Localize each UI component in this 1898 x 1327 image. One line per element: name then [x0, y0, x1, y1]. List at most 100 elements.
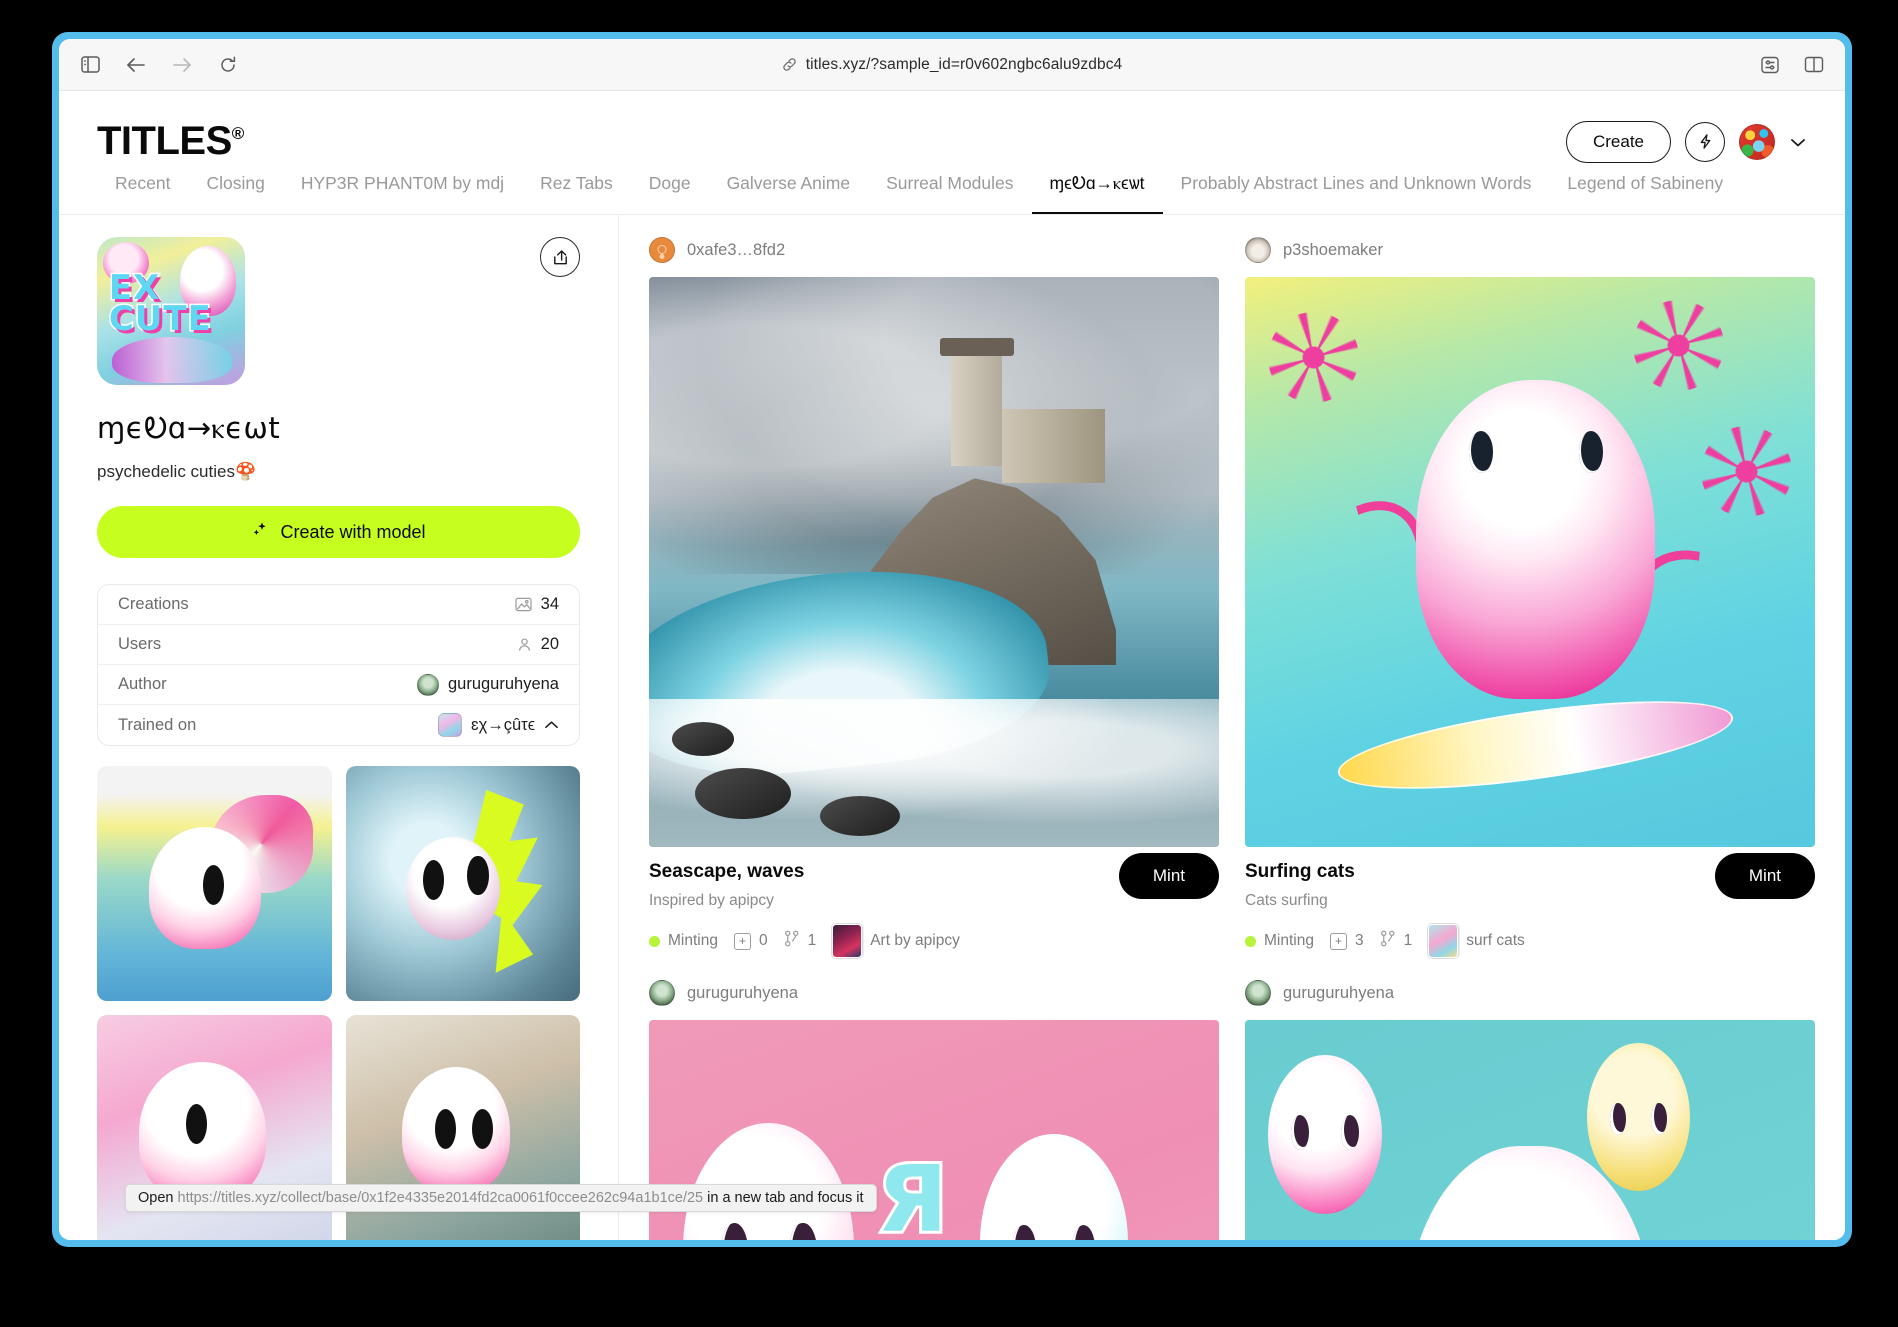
fork-icon — [784, 930, 800, 952]
reference-label: Art by apipcy — [870, 932, 960, 950]
share-icon[interactable] — [540, 237, 580, 278]
remix-count: + 3 — [1329, 932, 1364, 950]
statusbar-suffix: in a new tab and focus it — [703, 1190, 864, 1206]
avatar[interactable] — [1739, 123, 1775, 160]
tab-doge[interactable]: Doge — [631, 172, 709, 214]
person-icon — [517, 637, 532, 652]
fork-icon — [1380, 930, 1396, 952]
stat-row-author[interactable]: Author guruguruhyena — [98, 665, 579, 706]
desktop-background: titles.xyz/?sample_id=r0v602ngbc6alu9zdb… — [0, 0, 1898, 1327]
create-with-model-label: Create with model — [280, 521, 426, 542]
decor-shape — [1650, 1102, 1668, 1136]
stat-label: Trained on — [118, 715, 197, 734]
stat-row-trained-on[interactable]: Trained on ɛχ→çûτϵ — [98, 705, 579, 745]
decor-shape — [939, 337, 1015, 466]
decor-shape — [1333, 683, 1739, 807]
split-view-icon[interactable] — [1801, 52, 1827, 78]
model-sidebar: EX CUTE ɱϵᎧɑ→ⲕϵѡt psychedelic cuties🍄 Cr… — [59, 215, 619, 1240]
surfing-cats-image[interactable] — [1245, 277, 1815, 848]
extensions-icon[interactable] — [1757, 52, 1783, 78]
training-image-thumb[interactable] — [345, 766, 580, 1001]
chevron-down-icon[interactable] — [1789, 136, 1807, 148]
decor-shape — [820, 796, 900, 837]
tab-legend-of-sabineny[interactable]: Legend of Sabineny — [1549, 172, 1741, 214]
card-user[interactable]: guruguruhyena — [1245, 980, 1815, 1007]
creation-card: 0xafe3…8fd2 Seascape, waves Inspired by … — [649, 237, 1219, 959]
decor-shape — [694, 767, 792, 819]
fork-count: 1 — [784, 930, 817, 952]
training-images-grid — [97, 766, 580, 1240]
creation-title: Surfing cats — [1245, 861, 1355, 883]
plus-icon: + — [733, 932, 751, 950]
back-arrow-icon[interactable] — [123, 52, 149, 78]
chevron-up-icon[interactable] — [544, 720, 559, 730]
reference-model[interactable]: surf cats — [1428, 924, 1525, 959]
decor-shape — [1290, 1115, 1309, 1151]
stat-value: 20 — [540, 635, 559, 654]
creations-feed: 0xafe3…8fd2 Seascape, waves Inspired by … — [619, 215, 1845, 1240]
decor-shape — [472, 1108, 494, 1149]
kawaii-teal-image[interactable] — [1245, 1020, 1815, 1240]
decor-shape — [720, 1223, 749, 1240]
statusbar-url: https://titles.xyz/collect/base/0x1f2e43… — [177, 1190, 704, 1206]
seascape-waves-image[interactable] — [649, 277, 1219, 848]
card-username: guruguruhyena — [1283, 983, 1395, 1002]
user-avatar-icon — [1245, 980, 1271, 1007]
plus-icon: + — [1329, 932, 1347, 950]
remix-count-value: 0 — [758, 932, 768, 950]
reload-icon[interactable] — [215, 52, 241, 78]
cover-blob-decor — [111, 336, 232, 383]
tab-rez-tabs[interactable]: Rez Tabs — [522, 172, 631, 214]
decor-shape — [1267, 1054, 1382, 1215]
tab-surreal-modules[interactable]: Surreal Modules — [868, 172, 1031, 214]
stat-row-creations: Creations 34 — [98, 585, 579, 626]
status-badge: Minting — [649, 932, 718, 950]
tab-recent[interactable]: Recent — [97, 172, 188, 214]
stat-value: 34 — [540, 595, 559, 614]
remix-count-value: 3 — [1354, 932, 1364, 950]
decor-shape — [1002, 408, 1105, 483]
card-user[interactable]: 0xafe3…8fd2 — [649, 237, 1219, 264]
user-avatar-icon — [1245, 237, 1271, 264]
card-meta: Surfing cats Cats surfing Mint Minting +… — [1245, 847, 1815, 959]
tab-closing[interactable]: Closing — [188, 172, 282, 214]
fork-count-value: 1 — [807, 932, 817, 950]
decor-shape — [1267, 311, 1359, 403]
image-icon — [515, 597, 532, 612]
card-user[interactable]: p3shoemaker — [1245, 237, 1815, 264]
forward-arrow-icon[interactable] — [169, 52, 195, 78]
remix-count: + 0 — [733, 932, 768, 950]
reference-model[interactable]: Art by apipcy — [832, 924, 960, 959]
card-user[interactable]: guruguruhyena — [649, 980, 1219, 1007]
fork-count-value: 1 — [1403, 932, 1413, 950]
model-cover-image[interactable]: EX CUTE — [97, 237, 245, 386]
decor-shape — [1012, 1225, 1036, 1240]
statusbar-prefix: Open — [138, 1190, 178, 1206]
tab-hyp3r-phantom[interactable]: HYP3R PHANT0M by mdj — [283, 172, 522, 214]
create-with-model-button[interactable]: Create with model — [97, 506, 580, 559]
link-preview-statusbar: Open https://titles.xyz/collect/base/0x1… — [125, 1184, 877, 1212]
browser-toolbar: titles.xyz/?sample_id=r0v602ngbc6alu9zdb… — [59, 39, 1845, 91]
training-image-thumb[interactable] — [97, 766, 332, 1001]
stat-value: guruguruhyena — [447, 675, 559, 694]
mint-button[interactable]: Mint — [1714, 853, 1815, 900]
logo-registered-mark: ® — [231, 124, 245, 143]
mint-button[interactable]: Mint — [1118, 853, 1219, 900]
tab-galverse-anime[interactable]: Galverse Anime — [709, 172, 869, 214]
lightning-bolt-icon[interactable] — [1685, 121, 1725, 162]
tab-megakewt[interactable]: ɱϵᎧɑ→ⲕϵѡt — [1031, 172, 1163, 215]
address-bar[interactable]: titles.xyz/?sample_id=r0v602ngbc6alu9zdb… — [59, 56, 1845, 74]
status-label: Minting — [668, 932, 718, 950]
card-username: guruguruhyena — [687, 983, 799, 1002]
creation-title: Seascape, waves — [649, 861, 805, 883]
decor-shape — [683, 1123, 855, 1240]
tab-probably-abstract-lines[interactable]: Probably Abstract Lines and Unknown Word… — [1163, 172, 1550, 214]
sidebar-toggle-icon[interactable] — [77, 52, 103, 78]
decor-shape — [467, 855, 489, 896]
decor-shape — [789, 1223, 817, 1240]
fork-count: 1 — [1380, 930, 1413, 952]
create-button[interactable]: Create — [1565, 120, 1671, 163]
url-text: titles.xyz/?sample_id=r0v602ngbc6alu9zdb… — [805, 55, 1123, 73]
site-logo[interactable]: TITLES ® — [97, 119, 244, 164]
decor-shape — [422, 860, 444, 901]
